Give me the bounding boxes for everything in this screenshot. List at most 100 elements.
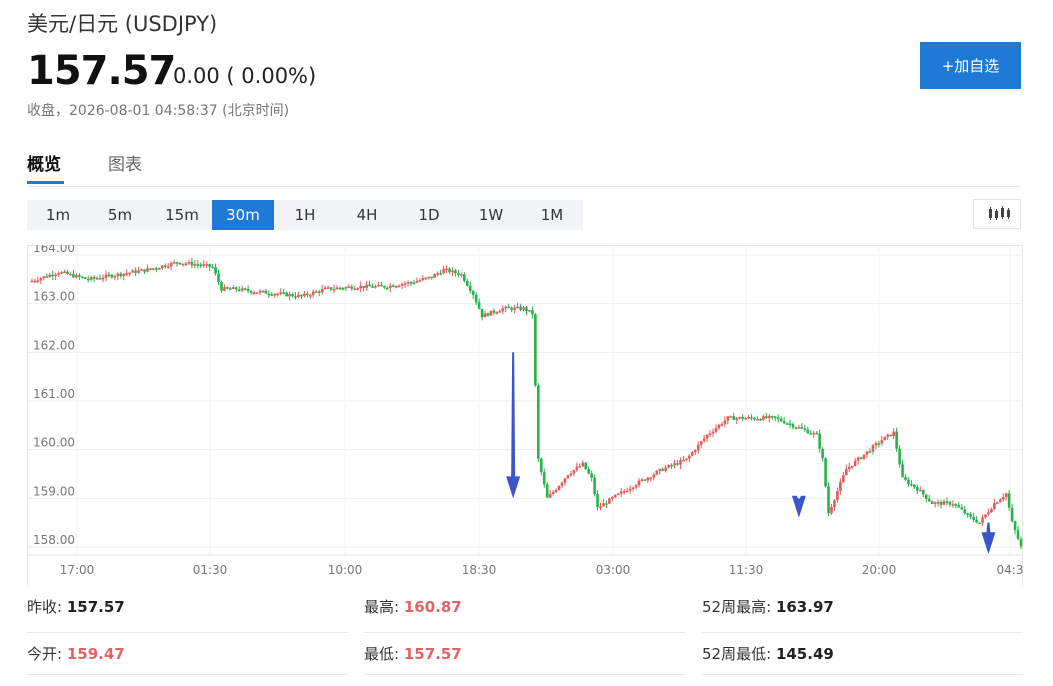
candle-body bbox=[525, 307, 528, 312]
candle-body bbox=[833, 500, 836, 508]
candle-body bbox=[400, 284, 404, 286]
candle-body bbox=[554, 489, 558, 492]
candle-body bbox=[306, 293, 309, 296]
interval-15m[interactable]: 15m bbox=[151, 200, 213, 230]
candle-body bbox=[945, 501, 949, 503]
candle-body bbox=[880, 440, 884, 444]
candle-body bbox=[528, 310, 531, 312]
chart-type-button[interactable] bbox=[973, 199, 1021, 229]
candle-body bbox=[175, 262, 179, 264]
stat-high: 最高: 160.87 bbox=[364, 596, 462, 617]
interval-1w[interactable]: 1W bbox=[460, 200, 522, 230]
candle-body bbox=[338, 287, 342, 290]
candle-body bbox=[320, 288, 324, 293]
interval-1h[interactable]: 1H bbox=[274, 200, 336, 230]
candle-body bbox=[75, 274, 78, 278]
candle-body bbox=[492, 310, 496, 313]
candle-body bbox=[803, 428, 807, 430]
candle-body bbox=[169, 262, 173, 267]
divider bbox=[27, 632, 348, 633]
candle-body bbox=[454, 270, 457, 274]
add-to-watchlist-button[interactable]: +加自选 bbox=[920, 42, 1021, 89]
interval-1mo[interactable]: 1M bbox=[521, 200, 583, 230]
candle-body bbox=[362, 285, 365, 288]
stat-value: 157.57 bbox=[66, 598, 125, 616]
candle-body bbox=[557, 485, 561, 490]
candle-body bbox=[788, 423, 792, 425]
candle-body bbox=[919, 489, 922, 492]
y-tick-label: 160.00 bbox=[33, 436, 75, 450]
candle-body bbox=[939, 501, 943, 505]
candle-body bbox=[246, 288, 250, 292]
candle-body bbox=[978, 522, 981, 524]
candle-body bbox=[421, 278, 425, 281]
candle-body bbox=[184, 263, 188, 265]
candle-body bbox=[711, 431, 715, 434]
candle-body bbox=[593, 477, 596, 495]
current-price: 157.57 bbox=[27, 48, 176, 94]
candle-body bbox=[507, 306, 511, 309]
interval-1m[interactable]: 1m bbox=[27, 200, 89, 230]
candle-body bbox=[403, 283, 407, 285]
candle-body bbox=[229, 288, 232, 290]
candle-body bbox=[927, 498, 931, 502]
candle-body bbox=[578, 466, 582, 468]
candle-body bbox=[116, 273, 120, 277]
candle-body bbox=[57, 273, 60, 275]
candle-body bbox=[856, 457, 860, 461]
stat-label: 昨收: bbox=[27, 598, 63, 616]
candle-body bbox=[584, 462, 588, 470]
candle-body bbox=[954, 504, 958, 506]
price-chart: 164.00 163.00 162.00 161.00 160.00 159.00 158.… bbox=[27, 245, 1023, 585]
x-tick-label: 11:30 bbox=[729, 563, 764, 577]
candle-body bbox=[720, 424, 724, 426]
candle-body bbox=[110, 274, 114, 278]
candle-body bbox=[264, 290, 268, 294]
tab-chart[interactable]: 图表 bbox=[108, 150, 142, 175]
y-tick-label: 159.00 bbox=[33, 484, 75, 498]
candle-body bbox=[667, 465, 670, 468]
candle-body bbox=[572, 470, 576, 474]
y-tick-label: 163.00 bbox=[33, 290, 75, 304]
candle-body bbox=[397, 285, 401, 288]
interval-5m[interactable]: 5m bbox=[89, 200, 151, 230]
y-tick-label: 164.00 bbox=[33, 245, 75, 255]
candle-body bbox=[794, 427, 798, 429]
candle-body bbox=[773, 416, 777, 418]
candle-body bbox=[548, 493, 552, 498]
candle-body bbox=[104, 274, 108, 278]
candle-body bbox=[581, 462, 585, 467]
candle-body bbox=[255, 292, 259, 294]
stat-label: 52周最高: bbox=[702, 598, 772, 616]
candle-body bbox=[137, 270, 140, 273]
candle-body bbox=[371, 286, 374, 288]
candle-body bbox=[1019, 539, 1023, 547]
candle-body bbox=[344, 287, 348, 289]
candle-body bbox=[738, 417, 741, 419]
candle-body bbox=[314, 291, 318, 293]
stat-52w-high: 52周最高: 163.97 bbox=[702, 596, 834, 617]
candle-body bbox=[190, 261, 194, 266]
candle-body bbox=[101, 277, 105, 280]
candle-body bbox=[886, 434, 890, 437]
interval-30m[interactable]: 30m bbox=[212, 200, 274, 230]
stat-value: 163.97 bbox=[775, 598, 834, 616]
candle-body bbox=[214, 266, 217, 274]
candle-body bbox=[468, 285, 472, 291]
candle-body bbox=[460, 274, 463, 276]
candle-body bbox=[445, 268, 448, 271]
candle-body bbox=[30, 280, 34, 283]
candle-body bbox=[993, 503, 996, 509]
tab-overview[interactable]: 概览 bbox=[27, 150, 61, 175]
candle-body bbox=[486, 313, 490, 316]
candle-body bbox=[850, 465, 854, 468]
candle-body bbox=[658, 468, 662, 471]
interval-4h[interactable]: 4H bbox=[336, 200, 398, 230]
candle-body bbox=[924, 494, 928, 499]
candle-body bbox=[691, 452, 694, 456]
candle-body bbox=[998, 499, 1002, 503]
interval-1d[interactable]: 1D bbox=[398, 200, 460, 230]
candle-body bbox=[332, 288, 336, 291]
candle-body bbox=[664, 467, 667, 471]
candle-body bbox=[326, 287, 330, 289]
